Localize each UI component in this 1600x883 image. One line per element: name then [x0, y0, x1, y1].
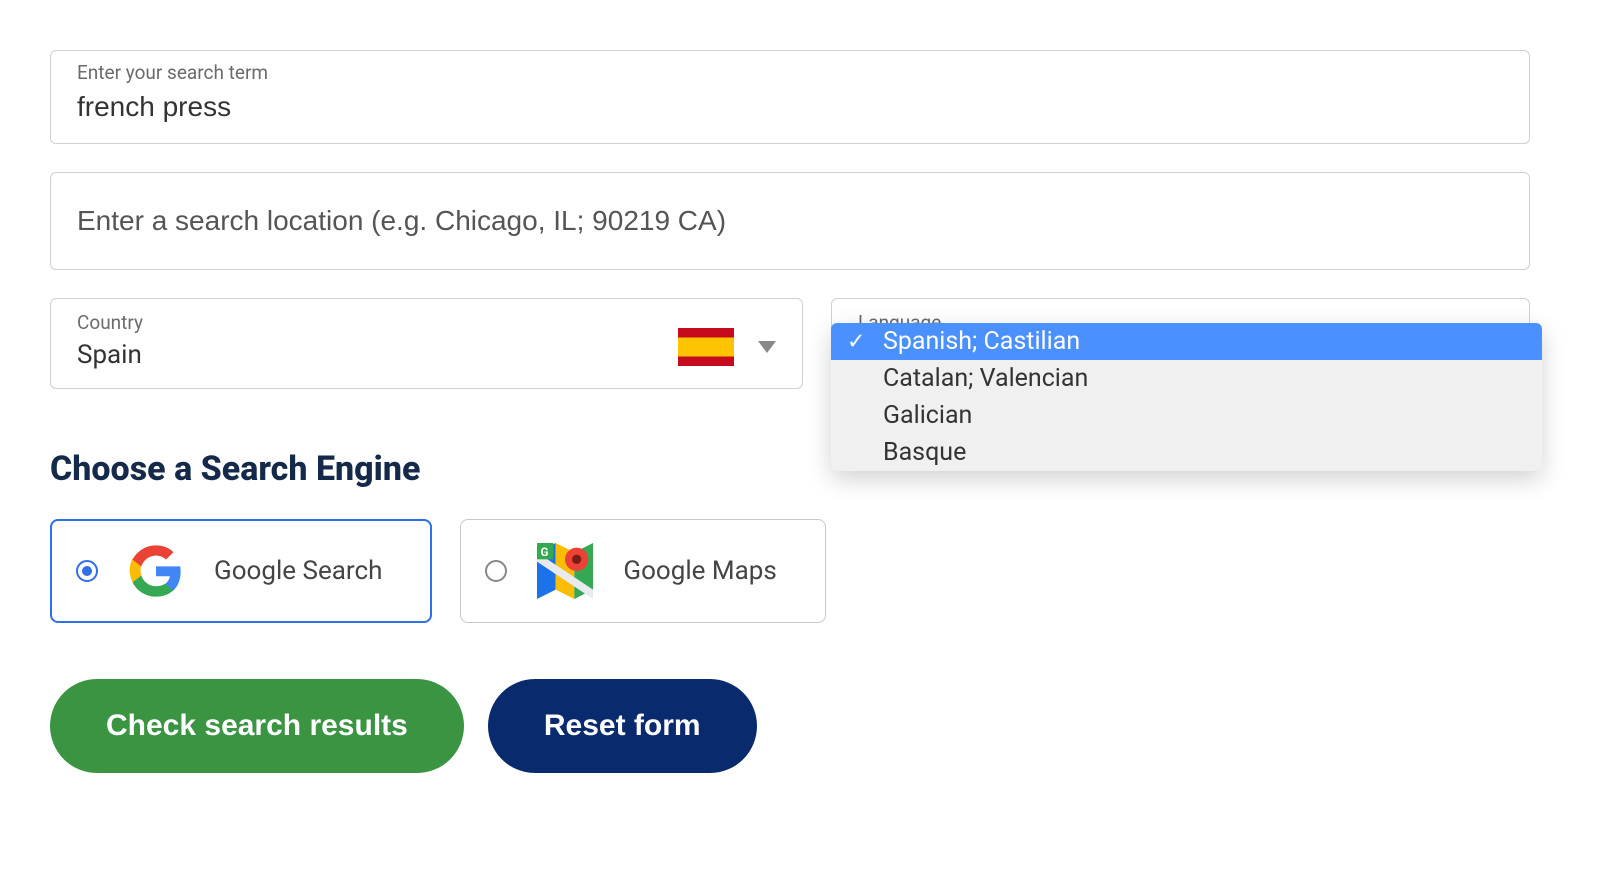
search-form: Enter your search term Country Spain Lan… — [50, 50, 1530, 773]
language-option-label: Basque — [883, 438, 966, 467]
search-term-input[interactable] — [51, 51, 1529, 143]
check-search-results-button[interactable]: Check search results — [50, 679, 464, 773]
language-option-basque[interactable]: Basque — [831, 434, 1542, 471]
check-icon: ✓ — [847, 329, 865, 354]
search-term-label: Enter your search term — [77, 61, 268, 84]
country-dropdown[interactable]: Country Spain — [50, 298, 803, 389]
country-language-row: Country Spain Language ✓ Spanish; Castil… — [50, 298, 1530, 389]
language-dropdown[interactable]: Language ✓ Spanish; Castilian Catalan; V… — [831, 298, 1530, 389]
language-option-label: Galician — [883, 401, 972, 430]
google-logo-icon — [126, 541, 186, 601]
language-option-catalan[interactable]: Catalan; Valencian — [831, 360, 1542, 397]
engine-options: Google Search G Google Maps — [50, 519, 1530, 623]
language-option-label: Catalan; Valencian — [883, 364, 1088, 393]
search-location-input[interactable] — [51, 173, 1529, 269]
country-value: Spain — [77, 340, 143, 370]
search-term-field[interactable]: Enter your search term — [50, 50, 1530, 144]
search-location-field[interactable] — [50, 172, 1530, 270]
language-option-galician[interactable]: Galician — [831, 397, 1542, 434]
country-label: Country — [77, 311, 143, 334]
radio-icon — [485, 560, 507, 582]
reset-form-button[interactable]: Reset form — [488, 679, 757, 773]
chevron-down-icon — [758, 341, 776, 353]
radio-icon — [76, 560, 98, 582]
language-option-label: Spanish; Castilian — [883, 327, 1080, 356]
engine-option-google-maps[interactable]: G Google Maps — [460, 519, 825, 623]
svg-text:G: G — [541, 545, 549, 559]
language-option-spanish[interactable]: ✓ Spanish; Castilian — [831, 323, 1542, 360]
language-dropdown-menu: ✓ Spanish; Castilian Catalan; Valencian … — [831, 323, 1542, 471]
google-maps-icon: G — [535, 541, 595, 601]
engine-label: Google Search — [214, 556, 382, 586]
engine-label: Google Maps — [623, 556, 776, 586]
engine-option-google-search[interactable]: Google Search — [50, 519, 432, 623]
button-row: Check search results Reset form — [50, 679, 1530, 773]
spain-flag-icon — [678, 328, 734, 366]
